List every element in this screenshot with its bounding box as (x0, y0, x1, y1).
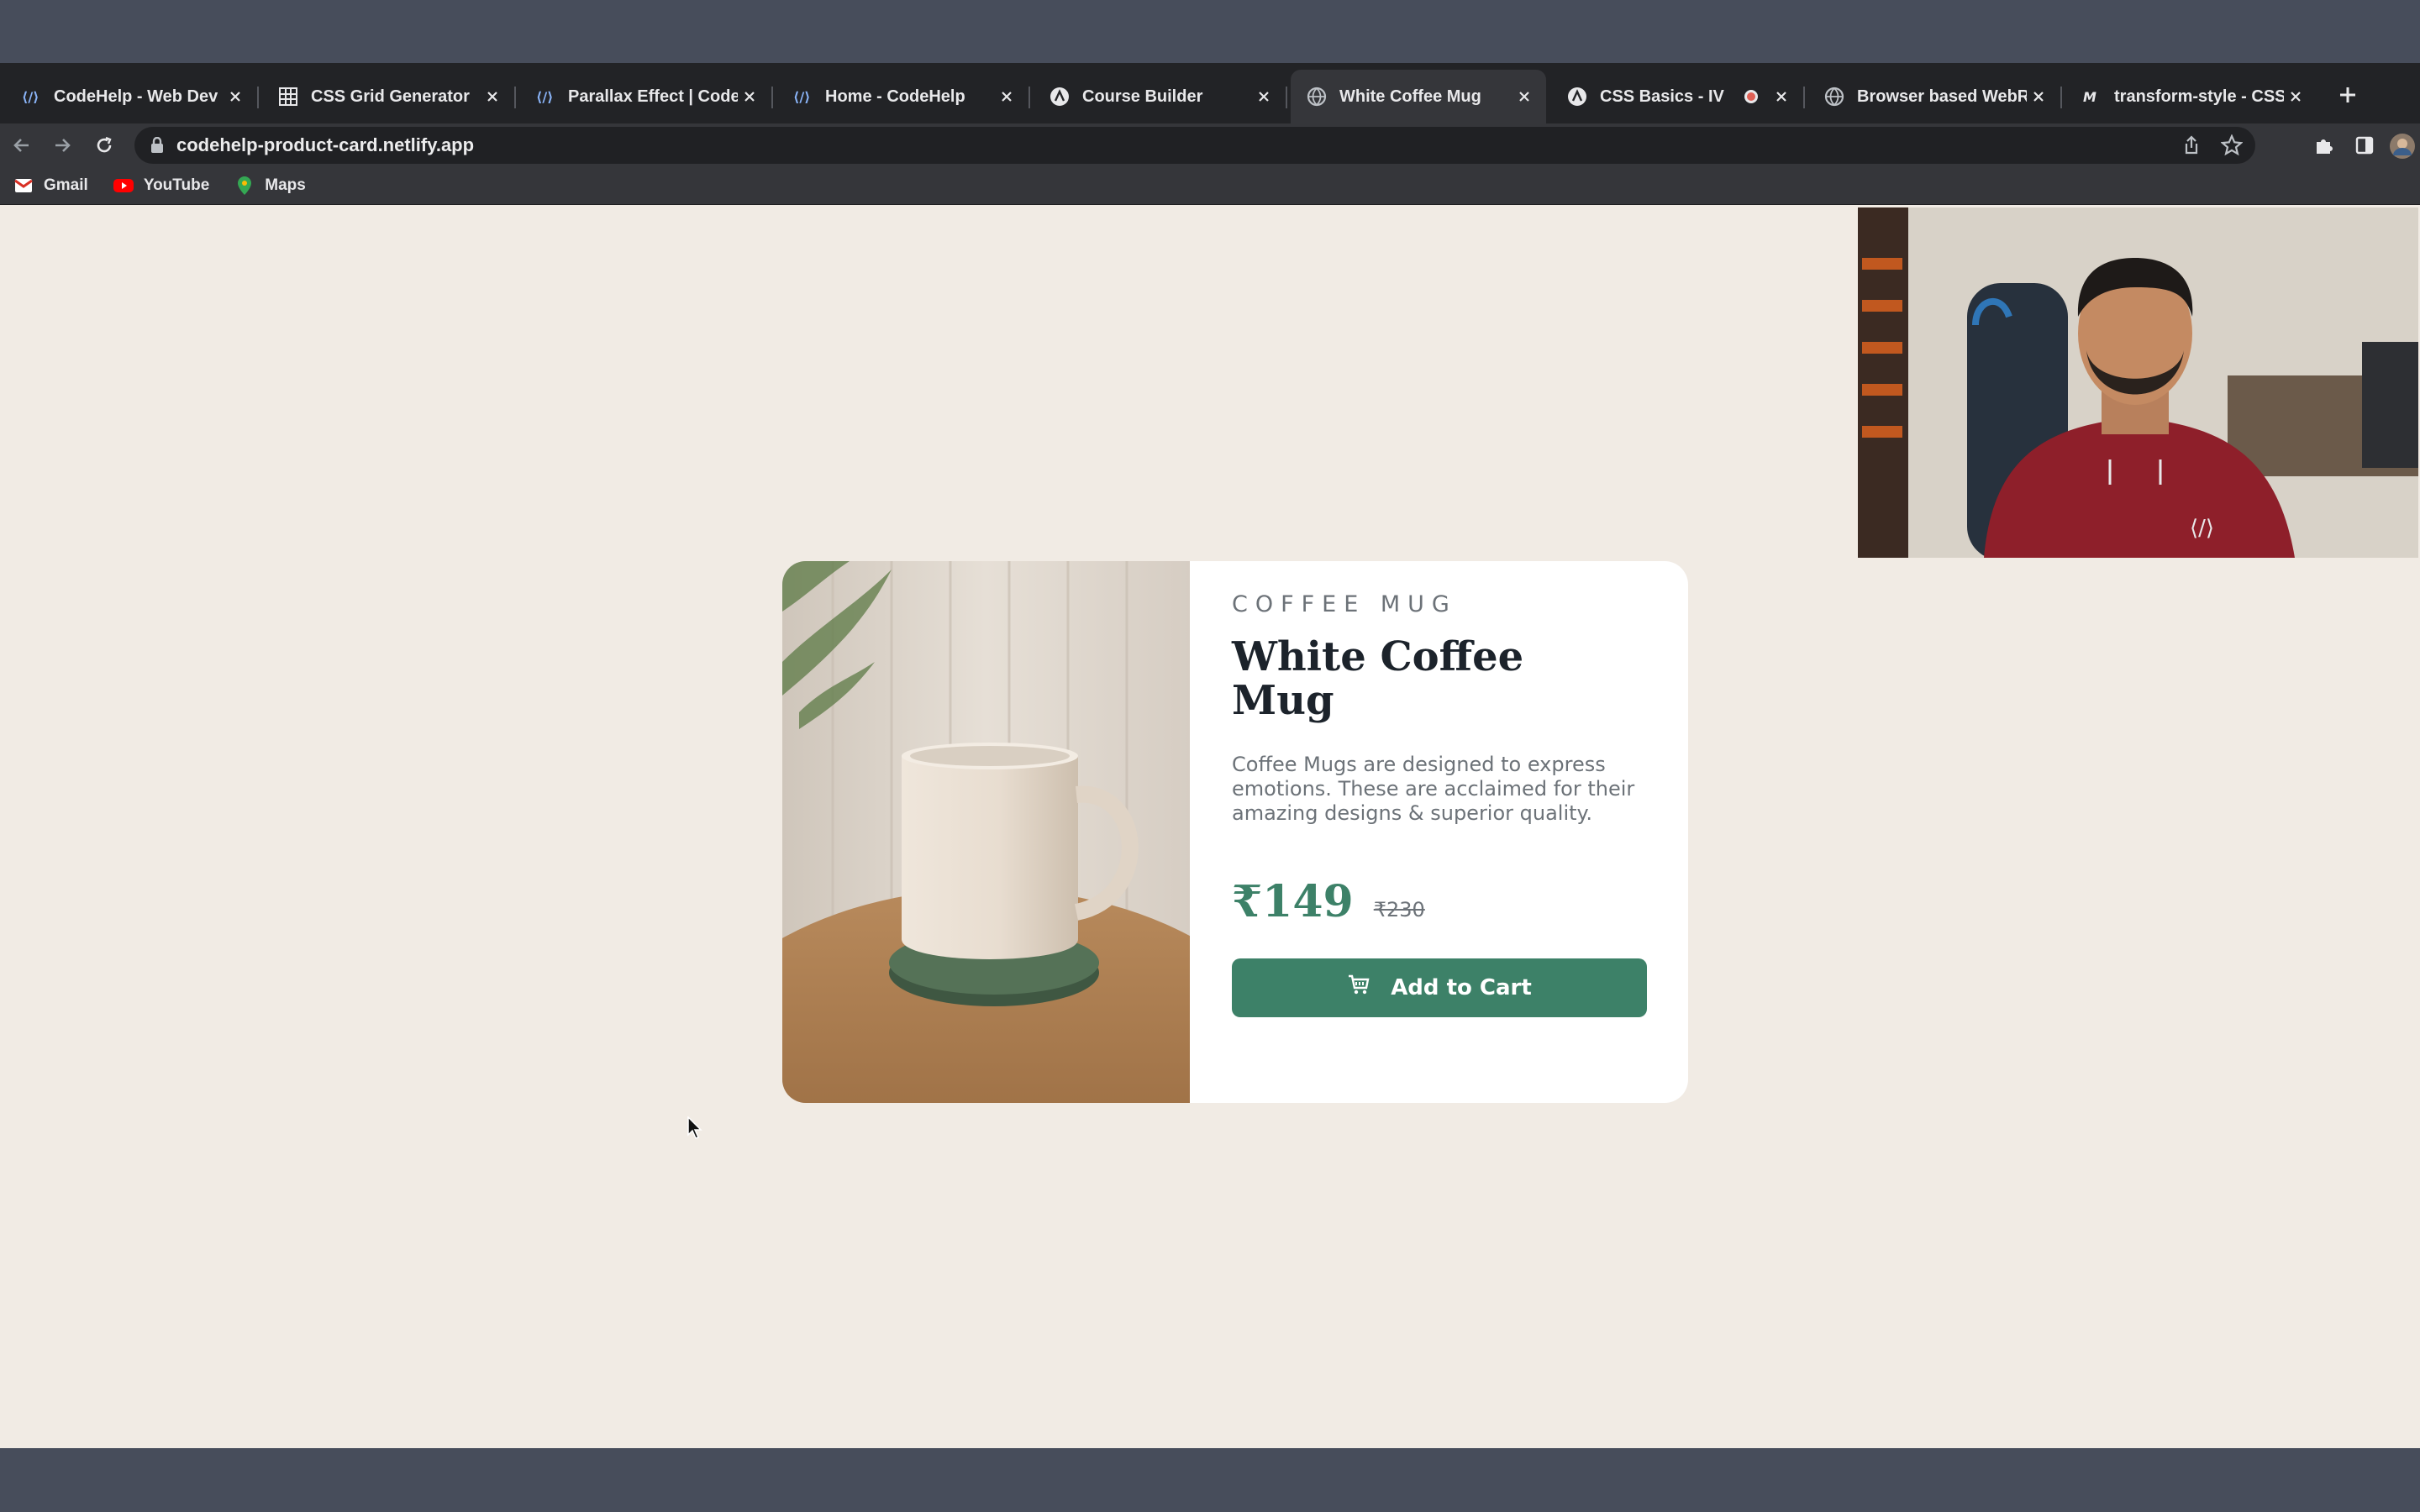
reload-icon (97, 136, 112, 153)
svg-text:⟨/⟩: ⟨/⟩ (793, 89, 810, 105)
close-tab-icon[interactable] (2284, 85, 2307, 108)
mouse-cursor-icon (687, 1116, 702, 1139)
youtube-icon (113, 176, 134, 196)
svg-text:M: M (2083, 89, 2096, 105)
mdn-icon: M (2081, 86, 2102, 108)
tab-label: Home - CodeHelp (825, 87, 965, 106)
course-builder-icon (1566, 86, 1588, 108)
svg-text:⟨/⟩: ⟨/⟩ (22, 89, 39, 105)
product-details: COFFEE MUG White Coffee Mug Coffee Mugs … (1190, 561, 1688, 1103)
close-tab-icon[interactable] (995, 85, 1018, 108)
tab-separator (1803, 87, 1805, 108)
bookmark-youtube[interactable]: YouTube (113, 176, 209, 196)
add-to-cart-label: Add to Cart (1391, 975, 1532, 1000)
arrow-left-icon (13, 139, 29, 152)
cart-icon (1347, 973, 1370, 996)
original-price: ₹230 (1373, 898, 1425, 921)
coffee-mug-illustration (782, 561, 1190, 1103)
profile-avatar[interactable] (2388, 132, 2417, 160)
maps-icon (234, 176, 255, 196)
tab-separator (1286, 87, 1287, 108)
browser-toolbar: codehelp-product-card.netlify.app (0, 123, 2420, 167)
bookmark-label: Maps (265, 176, 306, 194)
tab-separator (514, 87, 516, 108)
back-button[interactable] (8, 132, 35, 159)
tab-white-coffee-mug[interactable]: White Coffee Mug (1291, 70, 1546, 123)
product-title: White Coffee Mug (1232, 633, 1524, 724)
tab-browser-based-webrtc[interactable]: Browser based WebRTC (1808, 70, 2062, 123)
codehelp-icon: ⟨/⟩ (792, 86, 813, 108)
tab-label: White Coffee Mug (1339, 87, 1481, 106)
bookmark-label: Gmail (44, 176, 88, 194)
new-tab-button[interactable] (2329, 76, 2366, 113)
close-tab-icon[interactable] (224, 85, 247, 108)
course-builder-icon (1049, 86, 1071, 108)
lock-icon[interactable] (148, 136, 166, 155)
close-tab-icon[interactable] (481, 85, 504, 108)
close-tab-icon[interactable] (1770, 85, 1793, 108)
recording-icon (1743, 88, 1760, 105)
tab-codehelp-web-dev[interactable]: ⟨/⟩ CodeHelp - Web Dev (5, 70, 259, 123)
tab-separator (1028, 87, 1030, 108)
tab-css-basics-iv[interactable]: CSS Basics - IV (1551, 70, 1805, 123)
address-bar[interactable]: codehelp-product-card.netlify.app (134, 127, 2255, 164)
price-row: ₹149 ₹230 (1232, 876, 1425, 927)
share-icon[interactable] (2178, 132, 2205, 159)
tab-label: CSS Basics - IV (1600, 87, 1724, 106)
side-panel-icon (2355, 136, 2374, 155)
tab-label: Browser based WebRTC (1857, 87, 2027, 106)
codehelp-icon: ⟨/⟩ (534, 86, 556, 108)
close-tab-icon[interactable] (2027, 85, 2050, 108)
star-icon[interactable] (2218, 132, 2245, 159)
svg-text:⟨/⟩: ⟨/⟩ (536, 89, 553, 105)
current-price: ₹149 (1232, 876, 1354, 927)
webcam-overlay: ⟨/⟩ (1858, 207, 2418, 558)
tab-strip: ⟨/⟩ CodeHelp - Web Dev CSS Grid Generato… (0, 63, 2420, 123)
browser-window: ⟨/⟩ CodeHelp - Web Dev CSS Grid Generato… (0, 63, 2420, 205)
codehelp-icon: ⟨/⟩ (20, 86, 42, 108)
avatar-icon (2390, 134, 2415, 159)
product-category: COFFEE MUG (1232, 591, 1457, 617)
tab-separator (257, 87, 259, 108)
side-panel-button[interactable] (2351, 132, 2378, 159)
url-text[interactable]: codehelp-product-card.netlify.app (176, 134, 474, 156)
product-image (782, 561, 1190, 1103)
tab-separator (2060, 87, 2062, 108)
product-card: COFFEE MUG White Coffee Mug Coffee Mugs … (782, 561, 1688, 1103)
extensions-button[interactable] (2311, 132, 2338, 159)
product-description: Coffee Mugs are designed to express emot… (1232, 753, 1635, 825)
tab-parallax-effect[interactable]: ⟨/⟩ Parallax Effect | CodeHe (519, 70, 773, 123)
tab-home-codehelp[interactable]: ⟨/⟩ Home - CodeHelp (776, 70, 1030, 123)
tab-course-builder[interactable]: Course Builder (1034, 70, 1287, 123)
forward-button[interactable] (49, 132, 76, 159)
bookmark-gmail[interactable]: Gmail (13, 176, 88, 196)
gmail-icon (13, 176, 34, 196)
globe-icon (1306, 86, 1328, 108)
tab-css-grid-generator[interactable]: CSS Grid Generator (262, 70, 516, 123)
tab-separator (771, 87, 773, 108)
reload-button[interactable] (91, 132, 118, 159)
tab-label: Course Builder (1082, 87, 1203, 106)
puzzle-icon (2317, 139, 2333, 154)
grid-icon (277, 86, 299, 108)
close-tab-icon[interactable] (738, 85, 761, 108)
tab-transform-style[interactable]: M transform-style - CSS: C (2065, 70, 2317, 123)
tab-label: CodeHelp - Web Dev (54, 87, 218, 106)
close-tab-icon[interactable] (1512, 85, 1536, 108)
bookmarks-bar: Gmail YouTube Maps (0, 167, 2420, 205)
tab-label: Parallax Effect | CodeHe (568, 87, 738, 106)
tab-label: transform-style - CSS: C (2114, 87, 2284, 106)
arrow-right-icon (55, 139, 71, 152)
plus-icon (2340, 87, 2355, 102)
bookmark-maps[interactable]: Maps (234, 176, 306, 196)
close-tab-icon[interactable] (1252, 85, 1276, 108)
tab-label: CSS Grid Generator (311, 87, 470, 106)
globe-icon (1823, 86, 1845, 108)
svg-text:⟨/⟩: ⟨/⟩ (2190, 516, 2214, 541)
presenter-video: ⟨/⟩ (1858, 207, 2418, 558)
add-to-cart-button[interactable]: Add to Cart (1232, 958, 1647, 1017)
bookmark-label: YouTube (143, 176, 210, 194)
